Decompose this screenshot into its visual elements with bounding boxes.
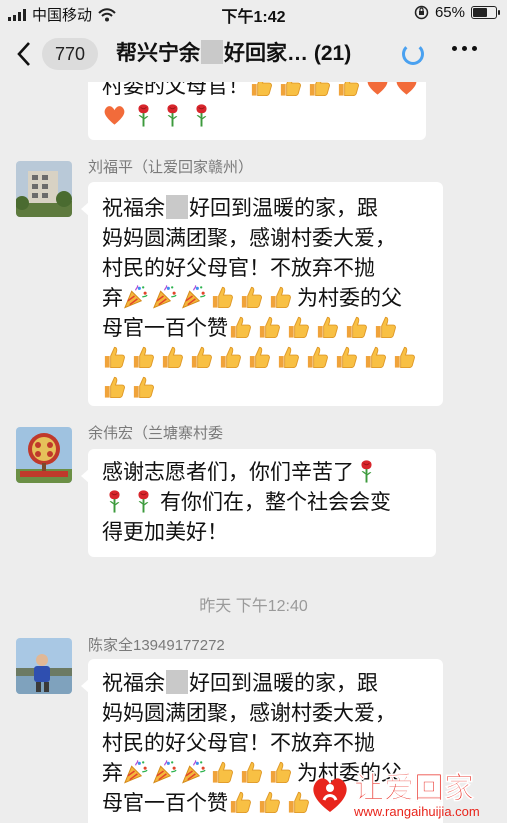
- thumbs-up-icon: [315, 314, 340, 340]
- heart-icon: [394, 82, 419, 98]
- thumbs-up-icon: [247, 344, 272, 370]
- party-popper-icon: [123, 284, 148, 310]
- thumbs-up-icon: [268, 284, 293, 310]
- chat-title-part2: 好回家…: [224, 42, 308, 65]
- member-count: (21): [313, 42, 352, 65]
- thumbs-up-icon: [373, 314, 398, 340]
- thumbs-up-icon: [257, 314, 282, 340]
- thumbs-up-icon: [131, 374, 156, 400]
- watermark-url: www.rangaihuijia.com: [353, 804, 480, 819]
- sender-name: 余伟宏（兰塘寨村委: [88, 425, 224, 442]
- unread-count-badge[interactable]: 770: [42, 38, 98, 70]
- avatar-image: [16, 638, 72, 694]
- thumbs-up-icon: [363, 344, 388, 370]
- avatar[interactable]: [16, 638, 72, 694]
- party-popper-icon: [181, 284, 206, 310]
- avatar[interactable]: [16, 427, 72, 483]
- sender-name: 刘福平（让爱回家赣州）: [88, 159, 254, 176]
- party-popper-icon: [152, 759, 177, 785]
- thumbs-up-icon: [131, 344, 156, 370]
- message-bubble[interactable]: 祝福余 好回到温暖的家，跟 妈妈圆满团聚，感谢村委大爱， 村民的好父母官！不放弃不…: [81, 182, 443, 406]
- heart-icon: [365, 82, 390, 98]
- thumbs-up-icon: [334, 344, 359, 370]
- party-popper-icon: [181, 759, 206, 785]
- message-text-line: 母官一百个赞: [102, 314, 429, 344]
- watermark-title: 让爱回家: [354, 772, 474, 805]
- message-bubble[interactable]: 村委的父母官！: [88, 82, 426, 140]
- chevron-left-icon: [17, 42, 30, 66]
- rose-icon: [160, 102, 185, 128]
- avatar[interactable]: [16, 161, 72, 217]
- thumbs-up-icon: [392, 344, 417, 370]
- thumbs-up-icon: [210, 284, 235, 310]
- party-popper-icon: [152, 284, 177, 310]
- chat-header: 770 帮兴宁余 好回家… (21): [0, 26, 507, 82]
- thumbs-up-icon: [257, 789, 282, 815]
- thumbs-up-icon: [189, 344, 214, 370]
- rose-icon: [102, 488, 127, 514]
- message-text-line: 祝福余 好回到温暖的家，跟: [102, 670, 378, 695]
- message-text-line: 得更加美好！: [102, 521, 228, 544]
- redacted-name: [166, 195, 188, 219]
- back-button[interactable]: [16, 40, 38, 68]
- message-list[interactable]: 村委的父母官！ 刘福平（让爱回家赣州） 祝福余 好回到温暖的家，跟 妈妈圆满团聚，…: [0, 82, 507, 823]
- message-text-line: 妈妈圆满团聚，感谢村委大爱，: [102, 227, 396, 250]
- thumbs-up-icon: [210, 759, 235, 785]
- thumbs-up-icon: [307, 82, 332, 98]
- thumbs-up-icon: [218, 344, 243, 370]
- party-popper-icon: [123, 759, 148, 785]
- thumbs-up-icon: [228, 314, 253, 340]
- sender-name: 陈家全13949177272: [88, 637, 225, 654]
- rose-icon: [189, 102, 214, 128]
- thumbs-up-icon: [160, 344, 185, 370]
- thumbs-up-icon: [276, 344, 301, 370]
- chat-title-part1: 帮兴宁余: [116, 42, 200, 65]
- emoji-line: [102, 102, 412, 132]
- message-text-line: 弃为村委的父: [102, 284, 429, 314]
- battery-icon: [471, 6, 500, 19]
- rose-icon: [131, 488, 156, 514]
- message-text-line: 村民的好父母官！不放弃不抛: [102, 257, 375, 280]
- message-text-line: 有你们在，整个社会会变: [102, 488, 422, 518]
- rose-icon: [131, 102, 156, 128]
- thumbs-up-icon: [344, 314, 369, 340]
- orientation-lock-icon: [414, 5, 429, 20]
- status-bar: 中国移动 下午1:42 65%: [0, 0, 507, 26]
- thumbs-up-icon: [239, 284, 264, 310]
- watermark-logo: 让爱回家 www.rangaihuijia.com: [313, 772, 480, 819]
- chat-title: 帮兴宁余 好回家… (21): [116, 38, 351, 70]
- message-text-line: 祝福余 好回到温暖的家，跟: [102, 195, 378, 220]
- message-text-line: 村民的好父母官！不放弃不抛: [102, 732, 375, 755]
- thumbs-up-icon: [305, 344, 330, 370]
- spinner-icon: [402, 43, 424, 65]
- timestamp: 昨天 下午12:40: [199, 598, 308, 615]
- thumbs-up-icon: [268, 759, 293, 785]
- heart-logo-icon: [313, 778, 347, 812]
- thumbs-up-icon: [239, 759, 264, 785]
- thumbs-up-icon: [228, 789, 253, 815]
- thumbs-up-icon: [102, 344, 127, 370]
- rose-icon: [354, 458, 379, 484]
- more-button[interactable]: [452, 46, 477, 51]
- avatar-image: [16, 427, 72, 483]
- redacted-name: [166, 670, 188, 694]
- message-bubble[interactable]: 感谢志愿者们，你们辛苦了 有你们在，整个社会会变 得更加美好！: [81, 449, 436, 557]
- heart-icon: [102, 102, 127, 128]
- emoji-line: [102, 344, 429, 374]
- thumbs-up-icon: [278, 82, 303, 98]
- message-text-line: 村委的父母官！: [102, 82, 412, 102]
- thumbs-up-icon: [336, 82, 361, 98]
- avatar-image: [16, 161, 72, 217]
- message-text-line: 感谢志愿者们，你们辛苦了: [102, 458, 422, 488]
- thumbs-up-icon: [249, 82, 274, 98]
- thumbs-up-icon: [102, 374, 127, 400]
- thumbs-up-icon: [286, 314, 311, 340]
- redacted-name: [201, 40, 223, 64]
- battery-percent: 65%: [434, 4, 465, 21]
- message-text-line: 妈妈圆满团聚，感谢村委大爱，: [102, 702, 396, 725]
- emoji-line: [102, 374, 429, 404]
